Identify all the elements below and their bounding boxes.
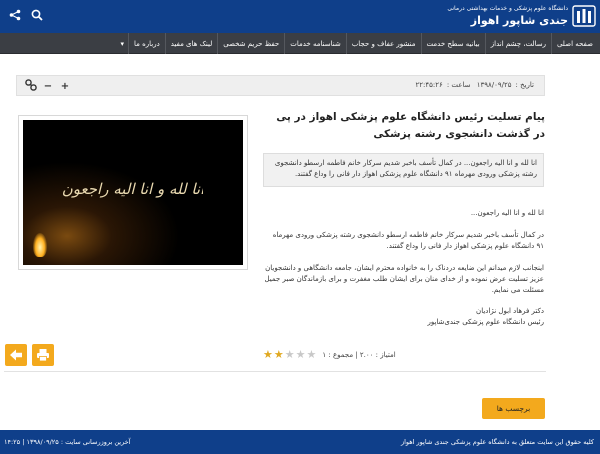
rating-total: ۱ xyxy=(322,350,327,359)
time-label: ساعت : xyxy=(446,81,471,89)
star-icon-3[interactable]: ★ xyxy=(285,349,295,360)
rating-summary: امتیاز : ۲.۰۰ | مجموع : ۱ xyxy=(322,350,396,359)
star-icon-5[interactable]: ★ xyxy=(307,349,317,360)
star-icon-1[interactable]: ★ xyxy=(263,349,273,360)
nav-item-about[interactable]: درباره ما xyxy=(128,33,165,54)
link-icon[interactable] xyxy=(25,79,37,94)
nav-item-services[interactable]: شناسنامه خدمات xyxy=(284,33,345,54)
article-title: پیام تسلیت رئیس دانشگاه علوم پزشکی اهواز… xyxy=(276,111,545,140)
site-header: دانشگاه علوم پزشکی و خدمات بهداشتی درمان… xyxy=(0,0,600,33)
nav-item-service-level[interactable]: بیانیه سطح خدمت xyxy=(420,33,485,54)
content-divider xyxy=(4,371,546,372)
site-logo-text[interactable]: دانشگاه علوم پزشکی و خدمات بهداشتی درمان… xyxy=(447,4,568,28)
candle-flame-icon xyxy=(33,233,47,257)
date-value: ۱۳۹۸/۰۹/۲۵ xyxy=(476,81,512,89)
search-icon[interactable] xyxy=(30,8,44,22)
footer-copyright: کلیه حقوق این سایت متعلق به دانشگاه علوم… xyxy=(400,438,594,446)
rating-label: امتیاز : xyxy=(375,350,396,359)
nav-item-privacy[interactable]: حفظ حریم شخصی xyxy=(217,33,284,54)
rating-score: ۲.۰۰ xyxy=(359,350,374,359)
site-subtitle: دانشگاه علوم پزشکی و خدمات بهداشتی درمان… xyxy=(447,5,568,12)
nav-item-links[interactable]: لینک های مفید xyxy=(164,33,217,54)
article-summary: انا لله و انا الیه راجعون... در کمال تأس… xyxy=(263,153,544,187)
arrow-left-icon xyxy=(10,349,22,361)
calligraphy-text: انا لله و انا الیه راجعون xyxy=(63,180,203,198)
font-increase-icon[interactable]: + xyxy=(59,81,71,92)
star-icon-4[interactable]: ★ xyxy=(296,349,306,360)
print-icon xyxy=(37,349,49,362)
font-decrease-icon[interactable]: − xyxy=(42,81,54,92)
article-paragraph-2: در کمال تأسف باخبر شدیم سرکار خانم فاطمه… xyxy=(272,231,544,250)
rating-row: ★ ★ ★ ★ ★ امتیاز : ۲.۰۰ | مجموع : ۱ xyxy=(263,349,544,360)
signature-name: دکتر فرهاد ابول نژادیان xyxy=(476,307,544,315)
site-title: جندی شاپور اهواز xyxy=(470,14,568,27)
condolence-image: انا لله و انا الیه راجعون xyxy=(23,120,243,265)
rating-total-label: مجموع : xyxy=(328,350,354,359)
article-signature: دکتر فرهاد ابول نژادیان رئیس دانشگاه علو… xyxy=(263,306,544,328)
article-toolbar: تاریخ :۱۳۹۸/۰۹/۲۵ ساعت :۲۲:۴۵:۲۶ − + xyxy=(16,75,545,96)
star-icon-2[interactable]: ★ xyxy=(274,349,284,360)
time-value: ۲۲:۴۵:۲۶ xyxy=(415,81,443,89)
rating-stars[interactable]: ★ ★ ★ ★ ★ xyxy=(263,349,316,360)
back-button[interactable] xyxy=(5,344,27,366)
article-paragraph-3: اینجانب لازم میدانم این ضایعه دردناک را … xyxy=(264,264,544,294)
footer-last-update: آخرین بروزرسانی سایت : ۱۳۹۸/۰۹/۲۵ | ۱۴:۲… xyxy=(4,438,131,446)
article-datetime: تاریخ :۱۳۹۸/۰۹/۲۵ ساعت :۲۲:۴۵:۲۶ xyxy=(412,81,534,89)
main-nav: صفحه اصلی رسالت، چشم انداز بیانیه سطح خد… xyxy=(0,33,600,54)
share-icon[interactable] xyxy=(8,8,22,22)
article-paragraph-1: انا لله و انا الیه راجعون... xyxy=(470,209,544,217)
print-button[interactable] xyxy=(32,344,54,366)
site-footer: کلیه حقوق این سایت متعلق به دانشگاه علوم… xyxy=(0,430,600,454)
signature-role: رئیس دانشگاه علوم پزشکی جندی‌شاپور xyxy=(427,318,544,326)
calligraphy-image: انا لله و انا الیه راجعون xyxy=(63,180,203,198)
nav-item-mission[interactable]: رسالت، چشم انداز xyxy=(484,33,551,54)
nav-item-home[interactable]: صفحه اصلی xyxy=(550,33,598,54)
chevron-down-icon[interactable]: ▾ xyxy=(111,40,129,48)
date-label: تاریخ : xyxy=(515,81,534,89)
nav-item-charter[interactable]: منشور عفاف و حجاب xyxy=(345,33,421,54)
article-image[interactable]: انا لله و انا الیه راجعون xyxy=(18,115,248,270)
university-logo-icon[interactable] xyxy=(572,4,596,28)
tags-button[interactable]: برچسب ها xyxy=(482,398,545,419)
